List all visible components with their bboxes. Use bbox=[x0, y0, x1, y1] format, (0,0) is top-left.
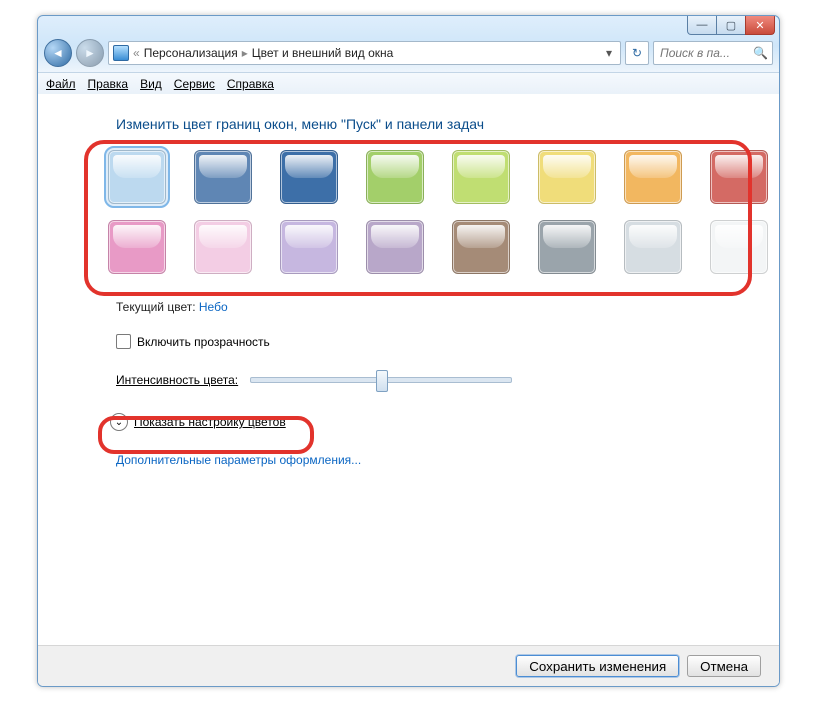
transparency-label: Включить прозрачность bbox=[137, 335, 270, 349]
breadcrumb-item-color[interactable]: Цвет и внешний вид окна bbox=[252, 46, 394, 60]
refresh-icon: ↻ bbox=[632, 46, 642, 60]
breadcrumb-chevron-icon: ▸ bbox=[242, 46, 248, 60]
color-swatch[interactable] bbox=[366, 150, 424, 204]
color-swatch[interactable] bbox=[538, 220, 596, 274]
show-color-mixer-label: Показать настройку цветов bbox=[134, 415, 286, 429]
color-swatch[interactable] bbox=[280, 220, 338, 274]
forward-arrow-icon: ► bbox=[84, 46, 96, 60]
color-swatch[interactable] bbox=[452, 150, 510, 204]
footer-bar: Сохранить изменения Отмена bbox=[38, 645, 779, 686]
color-swatch[interactable] bbox=[452, 220, 510, 274]
breadcrumb-sep-icon: « bbox=[133, 46, 140, 60]
color-swatch[interactable] bbox=[710, 150, 768, 204]
color-swatch[interactable] bbox=[366, 220, 424, 274]
color-swatch-grid bbox=[100, 144, 779, 288]
show-color-mixer[interactable]: ⌄ Показать настройку цветов bbox=[110, 413, 779, 431]
search-input[interactable] bbox=[658, 45, 749, 61]
back-arrow-icon: ◄ bbox=[52, 46, 64, 60]
intensity-row: Интенсивность цвета: bbox=[116, 373, 779, 387]
color-swatch[interactable] bbox=[108, 150, 166, 204]
menu-bar: Файл Правка Вид Сервис Справка bbox=[38, 72, 779, 96]
menu-file[interactable]: Файл bbox=[46, 77, 76, 91]
menu-edit[interactable]: Правка bbox=[88, 77, 129, 91]
close-button[interactable]: ✕ bbox=[745, 16, 775, 35]
current-color-name: Небо bbox=[199, 300, 228, 314]
menu-help[interactable]: Справка bbox=[227, 77, 274, 91]
current-color-label: Текущий цвет: bbox=[116, 300, 196, 314]
maximize-button[interactable]: ▢ bbox=[716, 16, 746, 35]
forward-button[interactable]: ► bbox=[76, 39, 104, 67]
color-swatch[interactable] bbox=[624, 150, 682, 204]
chevron-down-icon: ⌄ bbox=[110, 413, 128, 431]
color-swatch[interactable] bbox=[280, 150, 338, 204]
color-swatch[interactable] bbox=[194, 150, 252, 204]
transparency-row: Включить прозрачность bbox=[116, 334, 779, 349]
content-area: Изменить цвет границ окон, меню "Пуск" и… bbox=[38, 94, 779, 646]
cancel-button[interactable]: Отмена bbox=[687, 655, 761, 677]
color-swatch[interactable] bbox=[108, 220, 166, 274]
current-color-row: Текущий цвет: Небо bbox=[116, 300, 779, 314]
page-heading: Изменить цвет границ окон, меню "Пуск" и… bbox=[116, 116, 779, 132]
menu-view[interactable]: Вид bbox=[140, 77, 162, 91]
color-swatch[interactable] bbox=[538, 150, 596, 204]
navigation-bar: ◄ ► « Персонализация ▸ Цвет и внешний ви… bbox=[44, 38, 773, 68]
intensity-slider[interactable] bbox=[250, 377, 512, 383]
refresh-button[interactable]: ↻ bbox=[625, 41, 649, 65]
window-color-appearance: — ▢ ✕ ◄ ► « Персонализация ▸ Цвет и внеш… bbox=[37, 15, 780, 687]
color-swatch[interactable] bbox=[624, 220, 682, 274]
minimize-button[interactable]: — bbox=[687, 16, 717, 35]
menu-tools[interactable]: Сервис bbox=[174, 77, 215, 91]
color-swatch[interactable] bbox=[194, 220, 252, 274]
breadcrumb-item-personalization[interactable]: Персонализация bbox=[144, 46, 238, 60]
breadcrumb-dropdown[interactable]: ▾ bbox=[602, 42, 616, 64]
advanced-appearance-link[interactable]: Дополнительные параметры оформления... bbox=[116, 453, 779, 467]
save-button[interactable]: Сохранить изменения bbox=[516, 655, 679, 677]
transparency-checkbox[interactable] bbox=[116, 334, 131, 349]
control-panel-icon bbox=[113, 45, 129, 61]
caption-buttons: — ▢ ✕ bbox=[688, 16, 775, 35]
search-icon: 🔍 bbox=[753, 46, 768, 60]
intensity-label: Интенсивность цвета: bbox=[116, 373, 238, 387]
intensity-slider-thumb[interactable] bbox=[376, 370, 388, 392]
breadcrumb[interactable]: « Персонализация ▸ Цвет и внешний вид ок… bbox=[108, 41, 621, 65]
search-box[interactable]: 🔍 bbox=[653, 41, 773, 65]
color-swatch[interactable] bbox=[710, 220, 768, 274]
back-button[interactable]: ◄ bbox=[44, 39, 72, 67]
